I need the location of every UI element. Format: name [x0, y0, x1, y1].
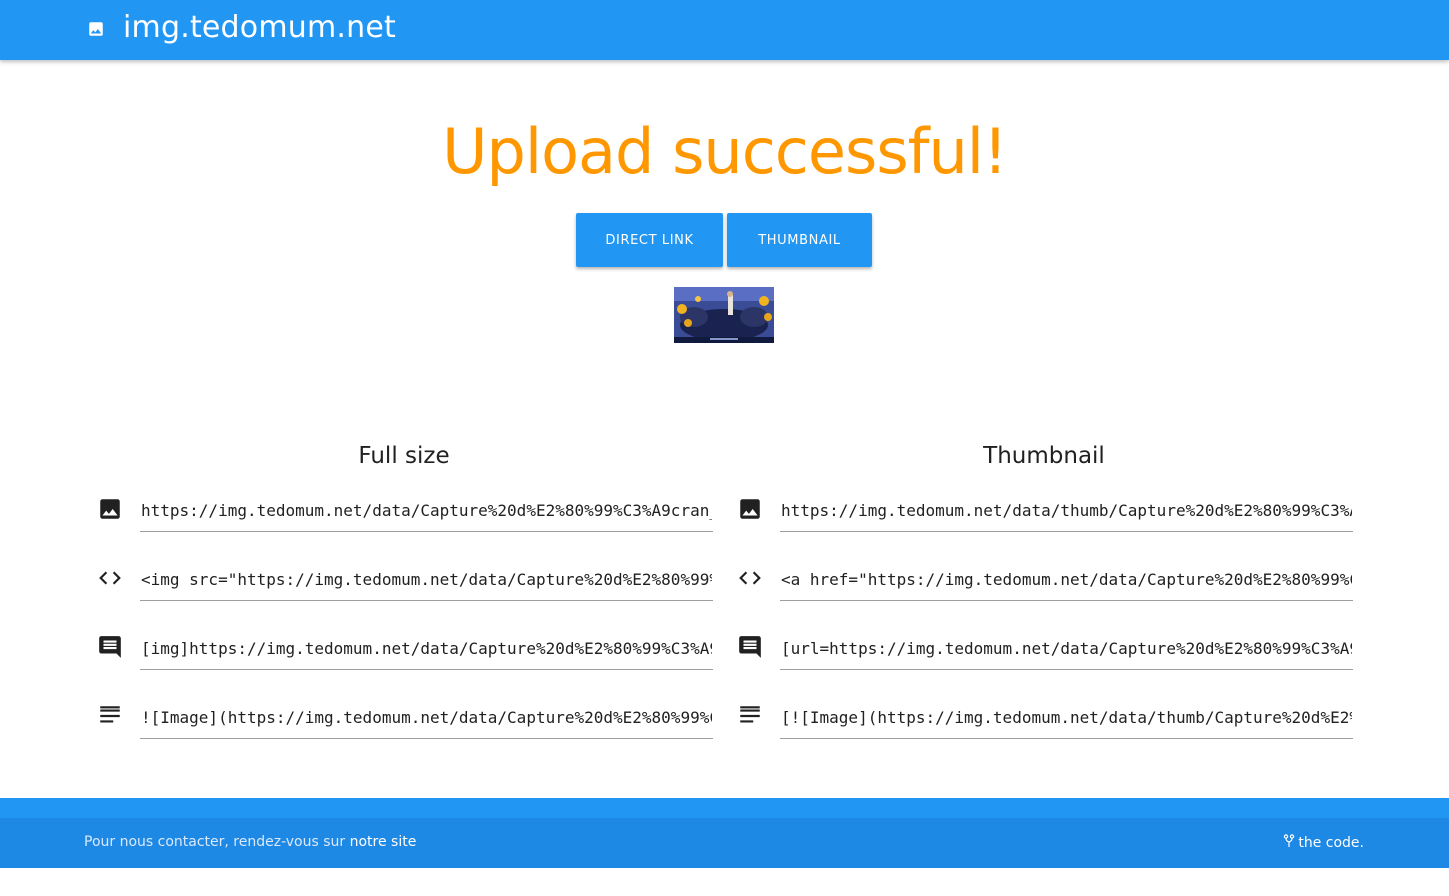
text-lines-icon — [740, 706, 760, 723]
footer-contact-link[interactable]: notre site — [350, 834, 417, 850]
full-size-direct-url-field[interactable] — [140, 490, 713, 532]
image-icon — [89, 22, 103, 36]
fork-icon — [1284, 834, 1295, 847]
full-size-title: Full size — [358, 443, 450, 469]
uploaded-image-thumbnail[interactable] — [674, 287, 774, 343]
comment-icon — [99, 636, 121, 658]
source-code-link[interactable]: the code. — [1283, 834, 1364, 851]
code-icon — [99, 571, 121, 585]
text-lines-icon — [100, 706, 120, 723]
code-icon — [739, 571, 761, 585]
full-size-html-field[interactable] — [140, 559, 713, 601]
thumbnail-bbcode-field[interactable] — [780, 628, 1353, 670]
image-icon — [100, 499, 120, 519]
footer-contact-text: Pour nous contacter, rendez-vous sur — [84, 834, 350, 850]
page-headline: Upload successful! — [442, 115, 1008, 188]
thumbnail-markdown-field[interactable] — [780, 697, 1353, 739]
thumbnail-button[interactable]: THUMBNAIL — [727, 213, 872, 267]
footer-band — [0, 798, 1449, 818]
thumbnail-direct-url-field[interactable] — [780, 490, 1353, 532]
footer: Pour nous contacter, rendez-vous sur not… — [0, 818, 1449, 868]
full-size-bbcode-field[interactable] — [140, 628, 713, 670]
image-icon — [740, 499, 760, 519]
comment-icon — [739, 636, 761, 658]
thumbnail-html-field[interactable] — [780, 559, 1353, 601]
source-code-label: the code. — [1298, 835, 1364, 851]
footer-contact: Pour nous contacter, rendez-vous sur not… — [84, 834, 416, 850]
thumbnail-title: Thumbnail — [983, 443, 1105, 469]
full-size-markdown-field[interactable] — [140, 697, 713, 739]
thumbnail-artwork — [674, 287, 774, 343]
site-title[interactable]: img.tedomum.net — [123, 10, 396, 45]
direct-link-button[interactable]: DIRECT LINK — [576, 213, 723, 267]
top-navbar: img.tedomum.net — [0, 0, 1449, 60]
